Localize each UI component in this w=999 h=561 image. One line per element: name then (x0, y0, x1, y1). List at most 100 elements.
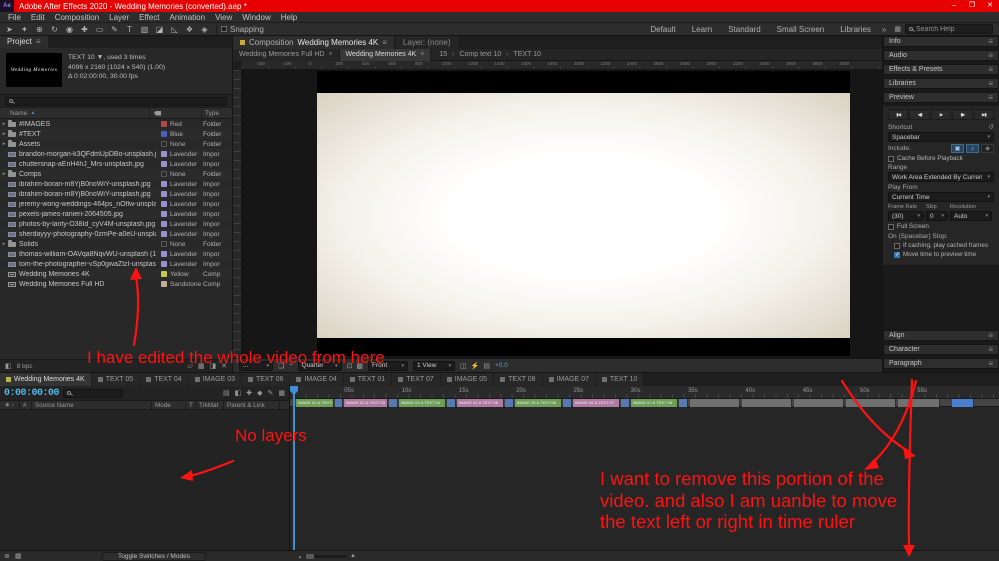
timeline-tab-text-05[interactable]: TEXT 05 (92, 373, 140, 386)
reset-shortcut-icon[interactable] (988, 123, 994, 131)
color-depth-icon[interactable]: ◨ (210, 362, 217, 370)
clone-stamp-tool[interactable]: ◪ (152, 23, 167, 36)
eraser-tool[interactable]: ◺ (167, 23, 182, 36)
panel-menu-icon[interactable] (382, 38, 387, 47)
menu-file[interactable]: File (3, 12, 26, 23)
menu-help[interactable]: Help (276, 12, 302, 23)
panel-menu-icon[interactable] (988, 79, 993, 88)
layer-segment[interactable] (389, 399, 398, 407)
label-swatch[interactable] (161, 211, 167, 217)
project-search-input[interactable] (16, 98, 223, 105)
workspace-learn[interactable]: Learn (685, 23, 719, 36)
hide-shy-icon[interactable]: ✚ (246, 389, 252, 397)
zoom-slider[interactable] (305, 555, 347, 558)
selection-tool[interactable]: ➤ (2, 23, 17, 36)
twirl-icon[interactable]: ▸ (0, 131, 8, 137)
column-[interactable]: # (20, 401, 32, 409)
layer-segment[interactable] (563, 399, 572, 407)
timeline-tab-image-05[interactable]: IMAGE 05 (441, 373, 493, 386)
magnification-dropdown[interactable]: ... (239, 361, 273, 371)
puppet-pin-tool[interactable]: ◈ (197, 23, 212, 36)
label-swatch[interactable] (161, 201, 167, 207)
close-button[interactable]: ✕ (981, 0, 999, 12)
panel-menu-icon[interactable] (988, 359, 993, 368)
panel-header-libraries[interactable]: Libraries (883, 78, 999, 89)
label-swatch[interactable] (161, 181, 167, 187)
play-from-dropdown[interactable]: Current Time (888, 192, 994, 202)
resolution-dropdown[interactable]: Quarter (298, 361, 342, 371)
timeline-tab-wedding-memories-4k[interactable]: Wedding Memories 4K (0, 373, 91, 386)
label-swatch[interactable] (161, 141, 167, 147)
panel-header-effects-presets[interactable]: Effects & Presets (883, 64, 999, 75)
layer-segment[interactable] (952, 399, 974, 407)
workspace-menu-icon[interactable]: ▦ (890, 25, 905, 33)
move-time-checkbox[interactable] (894, 252, 900, 258)
previous-frame-button[interactable]: ◀▮ (909, 109, 929, 120)
project-row[interactable]: jeremy-wong-weddings-464ps_nOflw-unsplas… (0, 199, 232, 209)
audio-include-icon[interactable]: ♪ (966, 144, 979, 153)
playhead[interactable] (293, 386, 295, 550)
color-depth-label[interactable]: 8 bpc (17, 363, 33, 370)
shape-tool[interactable]: ▭ (92, 23, 107, 36)
timeline-search-input[interactable] (74, 390, 119, 397)
label-swatch[interactable] (161, 241, 167, 247)
composition-frame[interactable] (317, 71, 850, 356)
column-source-name[interactable]: Source Name (32, 401, 152, 409)
cache-before-playback-checkbox[interactable] (888, 156, 894, 162)
frame-blend-icon[interactable]: ◆ (257, 389, 262, 397)
layer-segment[interactable]: IMAGE 04 & TEXT 05 (457, 399, 504, 407)
project-row[interactable]: brandon-morgan-k3QFdmUpDBo-unsplash.jpgL… (0, 149, 232, 159)
timeline-tab-image-04[interactable]: IMAGE 04 (290, 373, 342, 386)
panel-menu-icon[interactable] (988, 65, 993, 74)
workspace-overflow-button[interactable]: » (878, 25, 890, 34)
column-t[interactable]: T (186, 401, 196, 409)
project-row[interactable]: chuttersnap-aEnH4hJ_Mrs-unsplash.jpgLave… (0, 159, 232, 169)
menu-composition[interactable]: Composition (50, 12, 104, 23)
project-row[interactable]: pexels-james-ranieri-2064505.jpgLavender… (0, 209, 232, 219)
layer-segment[interactable] (690, 399, 740, 407)
timeline-tab-text-01[interactable]: TEXT 01 (344, 373, 392, 386)
label-swatch[interactable] (161, 191, 167, 197)
project-row[interactable]: Wedding Memories 4KYellowComp (0, 269, 232, 279)
menu-view[interactable]: View (210, 12, 237, 23)
panel-header-align[interactable]: Align (883, 330, 999, 341)
twirl-icon[interactable]: ▸ (0, 141, 8, 147)
zoom-in-icon[interactable]: ▲ (350, 553, 356, 559)
project-row[interactable]: sherdayyy-photography-0zmPe-a0eU-unsplas… (0, 229, 232, 239)
timeline-tab-text-08[interactable]: TEXT 08 (494, 373, 542, 386)
panel-header-preview[interactable]: Preview (883, 92, 999, 103)
timeline-button-icon[interactable]: ▤ (483, 362, 490, 370)
layer-segment[interactable] (794, 399, 844, 407)
menu-layer[interactable]: Layer (104, 12, 134, 23)
project-row[interactable]: ibrahim-boran-m8YjB0noWiY-unsplash.jpgLa… (0, 189, 232, 199)
hand-tool[interactable]: ✦ (17, 23, 32, 36)
project-row[interactable]: tom-the-photographer-vSp0gwaZIzI-unsplas… (0, 259, 232, 269)
graph-editor-icon[interactable]: ▦ (278, 389, 285, 397)
toggle-switches-modes-button[interactable]: Toggle Switches / Modes (102, 552, 206, 561)
flowchart-item-15[interactable]: 15 (439, 51, 447, 58)
close-tab-icon[interactable]: × (328, 51, 332, 58)
timeline-tab-image-03[interactable]: IMAGE 03 (189, 373, 241, 386)
workspace-default[interactable]: Default (643, 23, 682, 36)
project-row[interactable]: ▸#IMAGESRedFolder (0, 119, 232, 129)
panel-header-character[interactable]: Character (883, 344, 999, 355)
fast-previews-icon[interactable]: ⚡ (471, 362, 480, 370)
label-swatch[interactable] (161, 161, 167, 167)
shortcut-dropdown[interactable]: Spacebar (888, 132, 994, 142)
zoom-slider-thumb[interactable] (306, 554, 314, 559)
label-swatch[interactable] (161, 281, 167, 287)
column-name[interactable]: Name ▲ (0, 108, 150, 118)
project-row[interactable]: ▸#TEXTBlueFolder (0, 129, 232, 139)
label-swatch[interactable] (161, 121, 167, 127)
type-tool[interactable]: T (122, 23, 137, 36)
minimize-button[interactable]: – (945, 0, 963, 12)
label-swatch[interactable] (161, 261, 167, 267)
region-of-interest-icon[interactable]: ⊡ (347, 362, 353, 370)
panel-menu-icon[interactable] (988, 331, 993, 340)
exposure-value[interactable]: +0.0 (495, 362, 508, 369)
time-ruler[interactable]: 05s10s15s20s25s30s35s40s45s50s55s (290, 386, 999, 399)
close-tab-icon[interactable]: × (420, 51, 424, 58)
camera-tool[interactable]: ◉ (62, 23, 77, 36)
flowchart-item-text-10[interactable]: TEXT 10 (513, 51, 541, 58)
panel-menu-icon[interactable] (988, 93, 993, 102)
